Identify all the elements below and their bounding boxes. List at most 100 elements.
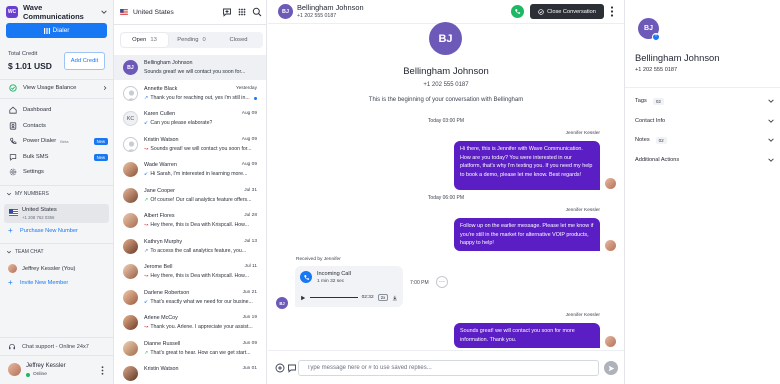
saved-replies-icon[interactable] (287, 363, 297, 373)
team-member-item[interactable]: Jeffrey Kessler (You) (8, 264, 76, 273)
chevron-down-icon (768, 138, 774, 142)
details-section-additional-actions[interactable]: Additional Actions (635, 155, 775, 165)
tab-closed[interactable]: Closed (215, 33, 262, 47)
section-label: Additional Actions (635, 156, 680, 163)
workspace-switcher[interactable]: WC Wave Communications (6, 3, 108, 21)
avatar[interactable]: BJ (278, 4, 293, 19)
playback-speed-button[interactable]: 2x (377, 294, 389, 301)
dialer-button[interactable]: Dialer (6, 23, 107, 38)
send-button[interactable] (604, 361, 618, 375)
details-section-contact-info[interactable]: Contact Info (635, 116, 775, 126)
tab-pending[interactable]: Pending 0 (168, 33, 215, 47)
preview-text: Hey there, this is Dea with Krispcall. H… (150, 273, 249, 279)
close-conversation-button[interactable]: Close Conversation (530, 4, 604, 19)
message-preview: ↝ Hey there, this is Dea with Krispcall. … (144, 222, 254, 228)
chevron-right-icon (103, 85, 107, 91)
my-number-item[interactable]: United States +1 208 762 0356 (4, 204, 109, 223)
details-section-tags[interactable]: Tags 02 (635, 96, 775, 106)
conversation-item[interactable]: BJ Bellingham Johnson Sounds great! we wil… (114, 55, 266, 80)
nav-power-dialer[interactable]: Power Dialer Beta New (8, 136, 108, 146)
conversation-list-header: United States (120, 6, 262, 18)
conversation-item[interactable]: Darlene Robertson ↙ That's exactly what we… (114, 285, 266, 310)
team-chat-header[interactable]: TEAM CHAT (6, 249, 44, 255)
play-icon[interactable] (300, 295, 306, 301)
message-preview: ↝ Sounds great! we will contact you soon … (144, 146, 254, 152)
preview-text: Thank you. Arlene. I appreciate your ass… (150, 324, 253, 330)
divider (0, 185, 114, 186)
preview-text: Sounds great! we will contact you soon f… (144, 69, 246, 75)
divider (114, 24, 267, 25)
member-name: Jeffrey Kessler (You) (22, 265, 76, 272)
dialpad-icon[interactable] (237, 7, 247, 17)
more-options-button[interactable]: ··· (436, 276, 448, 288)
message-bubble-outgoing: Hi there, this is Jennifer with Wave Com… (454, 141, 600, 190)
nav-label: Settings (23, 169, 44, 175)
new-message-icon[interactable] (222, 7, 232, 17)
conversation-item[interactable]: Jane Cooper ↗ Of course! Our call analytic… (114, 183, 266, 208)
audio-progress-bar[interactable] (309, 296, 358, 299)
conversation-item[interactable]: Arlene McCoy ↝ Thank you. Arlene. I apprec… (114, 310, 266, 335)
current-user[interactable]: Jeffrey Kessler Online (8, 361, 108, 379)
conversation-item[interactable]: Kathryn Murphy ↗ To access the call analyt… (114, 234, 266, 259)
direction-icon: ↝ (144, 273, 149, 279)
call-duration: 1 min 32 sec (317, 279, 345, 284)
message-input-field[interactable] (298, 360, 599, 376)
conversation-item[interactable]: Jerome Bell ↝ Hey there, this is Dea with … (114, 259, 266, 284)
add-avatar-icon[interactable]: + (652, 33, 660, 41)
nav-bulk-sms[interactable]: Bulk SMS New (8, 152, 108, 162)
chevron-down-icon (6, 250, 12, 254)
conversation-item[interactable]: Dianne Russell ↗ That's great to hear. How… (114, 336, 266, 361)
kebab-menu-icon[interactable] (610, 6, 614, 17)
details-section-notes[interactable]: Notes 02 (635, 135, 775, 145)
chevron-down-icon (768, 118, 774, 123)
new-badge: New (93, 153, 108, 161)
number-phone: +1 208 762 0356 (22, 215, 55, 220)
invite-label: Invite New Member (20, 280, 69, 286)
message-preview: ↙ Hi Sarah, I'm interested in learning mo… (144, 171, 254, 177)
number-selector[interactable]: United States (133, 9, 217, 16)
nav-dashboard[interactable]: Dashboard (8, 105, 108, 115)
tab-open[interactable]: Open 13 (121, 33, 168, 47)
online-dot (26, 372, 30, 377)
nav-settings[interactable]: Settings (8, 167, 108, 177)
call-timestamp: 7:00 PM (410, 280, 429, 286)
add-icon[interactable] (275, 363, 285, 373)
conversation-item[interactable]: Kristin Watson ↝ Sounds great! we will con… (114, 132, 266, 157)
conversation-item[interactable]: Kristin Watson Jun 01 (114, 361, 266, 384)
conversation-date: Yesterday (235, 85, 257, 91)
purchase-number-link[interactable]: + Purchase New Number (8, 227, 78, 235)
section-count: 02 (655, 136, 667, 144)
purchase-label: Purchase New Number (20, 228, 78, 234)
close-label: Close Conversation (547, 8, 596, 15)
avatar (605, 240, 616, 251)
view-usage-balance[interactable]: View Usage Balance (8, 83, 108, 93)
message-input[interactable] (299, 361, 598, 375)
nav-contacts[interactable]: Contacts (8, 121, 108, 131)
plus-icon: + (8, 278, 13, 287)
preview-text: Sounds great! we will contact you soon f… (150, 145, 252, 152)
dashboard-icon (8, 106, 17, 115)
avatar (123, 366, 138, 381)
call-button[interactable] (511, 5, 524, 18)
chat-support-link[interactable]: Chat support - Online 24x7 (8, 343, 89, 351)
my-numbers-header[interactable]: MY NUMBERS (6, 191, 49, 197)
conversation-item[interactable]: Albert Flores ↝ Hey there, this is Dea wit… (114, 208, 266, 233)
contact-name: Karen Cullen (144, 111, 176, 117)
conversation-item[interactable]: Wade Warren ↙ Hi Sarah, I'm interested in … (114, 157, 266, 182)
avatar (123, 85, 138, 101)
avatar: BJ (276, 297, 288, 309)
add-credit-button[interactable]: Add Credit (64, 52, 105, 70)
avatar (123, 213, 138, 228)
status-label: Online (33, 372, 47, 377)
search-icon[interactable] (252, 7, 262, 17)
contact-details-panel: BJ + Bellingham Johnson +1 202 555 0187 … (624, 0, 780, 384)
divider (0, 79, 114, 80)
conversation-item[interactable]: Annette Black ↗ Thank you for reaching out… (114, 81, 266, 106)
conversation-item[interactable]: KC Karen Cullen ↙ Can you please elaborate?… (114, 106, 266, 131)
invite-member-link[interactable]: + Invite New Member (8, 278, 69, 287)
kebab-menu-icon[interactable] (101, 366, 104, 375)
preview-text: Of course! Our call analytics feature of… (150, 196, 252, 203)
user-placeholder-icon (127, 89, 136, 100)
download-icon[interactable] (392, 295, 398, 301)
usage-icon (8, 84, 17, 93)
